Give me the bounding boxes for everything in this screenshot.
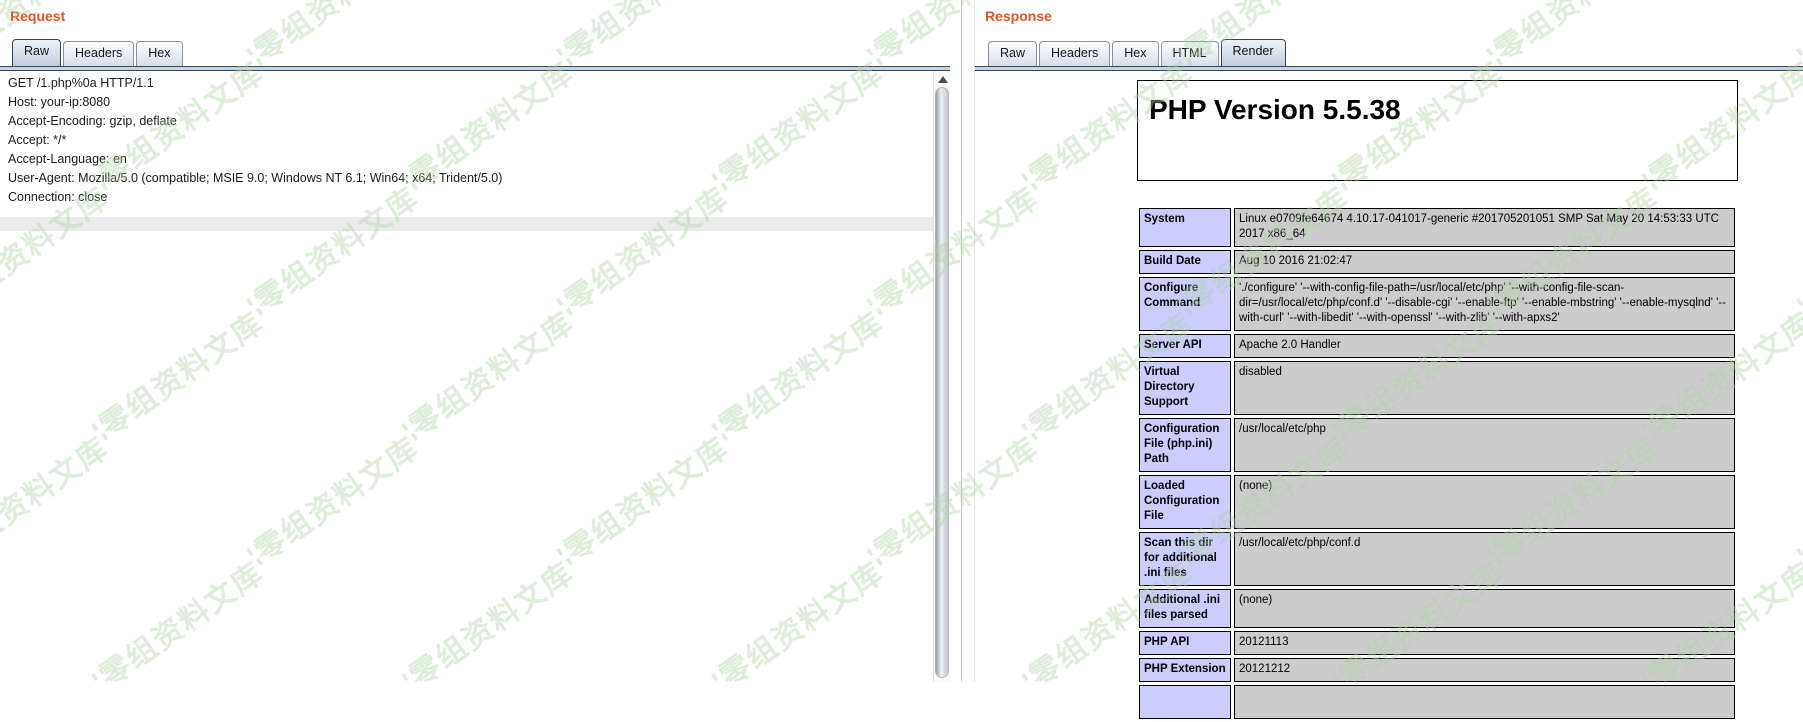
- watermark-text: '零组资料文库': [1786, 169, 1803, 326]
- info-row: SystemLinux e0709fe64674 4.10.17-041017-…: [1139, 208, 1735, 247]
- request-tab-headers[interactable]: Headers: [63, 41, 134, 66]
- phpinfo-header-box: PHP Version 5.5.38: [1137, 80, 1738, 181]
- info-row: PHP API20121113: [1139, 631, 1735, 655]
- response-panel-title: Response: [985, 8, 1052, 24]
- request-panel-title: Request: [10, 8, 65, 24]
- info-value-cell: Aug 10 2016 21:02:47: [1234, 250, 1735, 274]
- request-line: Accept-Language: en: [8, 150, 502, 169]
- info-label-cell: PHP Extension: [1139, 658, 1231, 682]
- request-line: Connection: close: [8, 188, 502, 207]
- response-tabline-separator: [975, 66, 1803, 71]
- info-value-cell: Apache 2.0 Handler: [1234, 334, 1735, 358]
- watermark-text: '零组资料文库': [1476, 0, 1673, 75]
- info-row: Build DateAug 10 2016 21:02:47: [1139, 250, 1735, 274]
- info-row: Virtual Directory Supportdisabled: [1139, 361, 1735, 415]
- info-label-cell: [1139, 685, 1231, 719]
- request-editor-highlight-band: [0, 217, 933, 231]
- response-tab-render[interactable]: Render: [1221, 39, 1286, 66]
- info-label-cell: Loaded Configuration File: [1139, 475, 1231, 529]
- response-tab-raw[interactable]: Raw: [988, 41, 1037, 66]
- info-label-cell: Configuration File (php.ini) Path: [1139, 418, 1231, 472]
- info-value-cell: 20121113: [1234, 631, 1735, 655]
- info-value-cell: /usr/local/etc/php: [1234, 418, 1735, 472]
- info-label-cell: PHP API: [1139, 631, 1231, 655]
- response-tab-strip: RawHeadersHexHTMLRender: [988, 41, 1286, 66]
- info-row: Configuration File (php.ini) Path/usr/lo…: [1139, 418, 1735, 472]
- scroll-up-button[interactable]: [936, 73, 949, 86]
- info-value-cell: [1234, 685, 1735, 719]
- phpinfo-version-heading: PHP Version 5.5.38: [1138, 81, 1737, 126]
- info-row: Configure Command'./configure' '--with-c…: [1139, 277, 1735, 331]
- info-label-cell: Build Date: [1139, 250, 1231, 274]
- info-label-cell: Server API: [1139, 334, 1231, 358]
- info-value-cell: Linux e0709fe64674 4.10.17-041017-generi…: [1234, 208, 1735, 247]
- scrollbar-thumb[interactable]: [935, 87, 949, 678]
- info-value-cell: (none): [1234, 475, 1735, 529]
- request-line: Accept-Encoding: gzip, deflate: [8, 112, 502, 131]
- response-tab-headers[interactable]: Headers: [1039, 41, 1110, 66]
- panel-splitter-line[interactable]: [961, 0, 962, 682]
- info-row: PHP Extension20121212: [1139, 658, 1735, 682]
- request-vertical-scrollbar[interactable]: [933, 71, 950, 682]
- request-tab-hex[interactable]: Hex: [136, 41, 182, 66]
- info-label-cell: Virtual Directory Support: [1139, 361, 1231, 415]
- request-tabline-separator: [0, 66, 950, 71]
- request-line: Accept: */*: [8, 131, 502, 150]
- info-value-cell: /usr/local/etc/php/conf.d: [1234, 532, 1735, 586]
- info-label-cell: Configure Command: [1139, 277, 1231, 331]
- watermark-text: '零组资料文库': [1786, 0, 1803, 75]
- request-raw-text[interactable]: GET /1.php%0a HTTP/1.1Host: your-ip:8080…: [8, 74, 502, 207]
- scroll-up-icon: [938, 76, 948, 83]
- request-line: Host: your-ip:8080: [8, 93, 502, 112]
- watermark-text: '零组资料文库': [546, 0, 743, 75]
- info-value-cell: (none): [1234, 589, 1735, 628]
- info-label-cell: Additional .ini files parsed: [1139, 589, 1231, 628]
- info-row: Additional .ini files parsed(none): [1139, 589, 1735, 628]
- info-row: [1139, 685, 1735, 719]
- request-tab-raw[interactable]: Raw: [12, 39, 61, 66]
- watermark-text: '零组资料文库': [1786, 419, 1803, 576]
- request-line: User-Agent: Mozilla/5.0 (compatible; MSI…: [8, 169, 502, 188]
- info-row: Scan this dir for additional .ini files/…: [1139, 532, 1735, 586]
- request-line: GET /1.php%0a HTTP/1.1: [8, 74, 502, 93]
- info-value-cell: './configure' '--with-config-file-path=/…: [1234, 277, 1735, 331]
- panel-splitter-line: [974, 0, 975, 682]
- response-tab-html[interactable]: HTML: [1161, 41, 1219, 66]
- request-message-editor[interactable]: GET /1.php%0a HTTP/1.1Host: your-ip:8080…: [0, 71, 933, 682]
- info-label-cell: Scan this dir for additional .ini files: [1139, 532, 1231, 586]
- info-row: Server APIApache 2.0 Handler: [1139, 334, 1735, 358]
- info-value-cell: disabled: [1234, 361, 1735, 415]
- info-label-cell: System: [1139, 208, 1231, 247]
- info-row: Loaded Configuration File(none): [1139, 475, 1735, 529]
- watermark-text: '零组资料文库': [236, 0, 433, 75]
- phpinfo-table: SystemLinux e0709fe64674 4.10.17-041017-…: [1136, 205, 1738, 722]
- request-tab-strip: RawHeadersHex: [12, 41, 183, 66]
- response-tab-hex[interactable]: Hex: [1112, 41, 1158, 66]
- info-value-cell: 20121212: [1234, 658, 1735, 682]
